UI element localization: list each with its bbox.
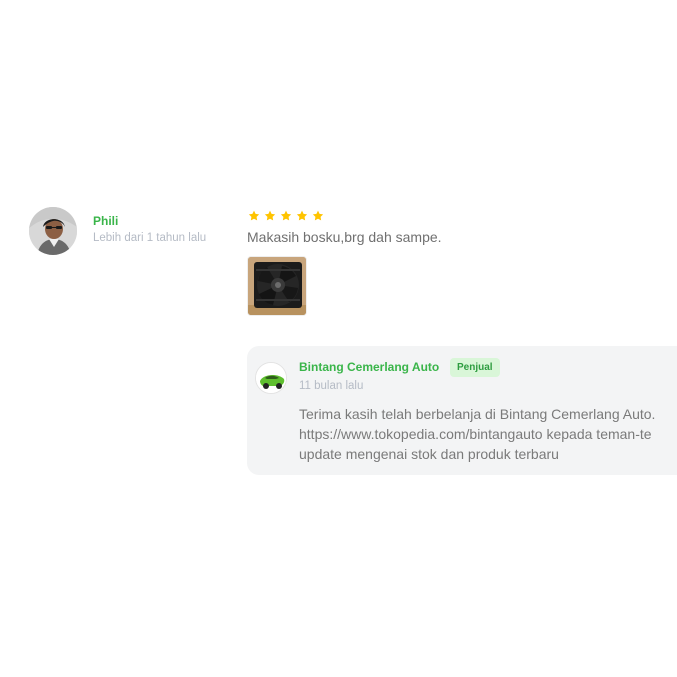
reply-text: Terima kasih telah berbelanja di Bintang… xyxy=(299,404,677,464)
review-text: Makasih bosku,brg dah sampe. xyxy=(247,229,442,245)
rating-stars xyxy=(247,209,325,223)
reply-time: 11 bulan lalu xyxy=(299,380,364,392)
reply-text-line: Terima kasih telah berbelanja di Bintang… xyxy=(299,406,656,422)
star-icon xyxy=(280,210,292,221)
seller-reply: Bintang Cemerlang Auto Penjual 11 bulan … xyxy=(247,346,677,475)
reply-text-line: https://www.tokopedia.com/bintangauto ke… xyxy=(299,426,652,442)
reviewer-avatar[interactable] xyxy=(29,207,77,255)
review-time: Lebih dari 1 tahun lalu xyxy=(93,232,207,244)
reply-text-line: update mengenai stok dan produk terbaru xyxy=(299,446,559,462)
review-photo-thumbnail[interactable] xyxy=(247,256,307,316)
star-icon xyxy=(296,210,308,221)
reviewer-info: Phili Lebih dari 1 tahun lalu xyxy=(29,207,229,257)
seller-name[interactable]: Bintang Cemerlang Auto xyxy=(299,360,439,374)
star-icon xyxy=(312,210,324,221)
seller-avatar[interactable] xyxy=(255,362,287,394)
seller-badge: Penjual xyxy=(450,358,500,377)
star-icon xyxy=(248,210,260,221)
review-card: Phili Lebih dari 1 tahun lalu Makasih bo… xyxy=(0,0,677,677)
star-icon xyxy=(264,210,276,221)
reviewer-name[interactable]: Phili xyxy=(93,214,118,228)
